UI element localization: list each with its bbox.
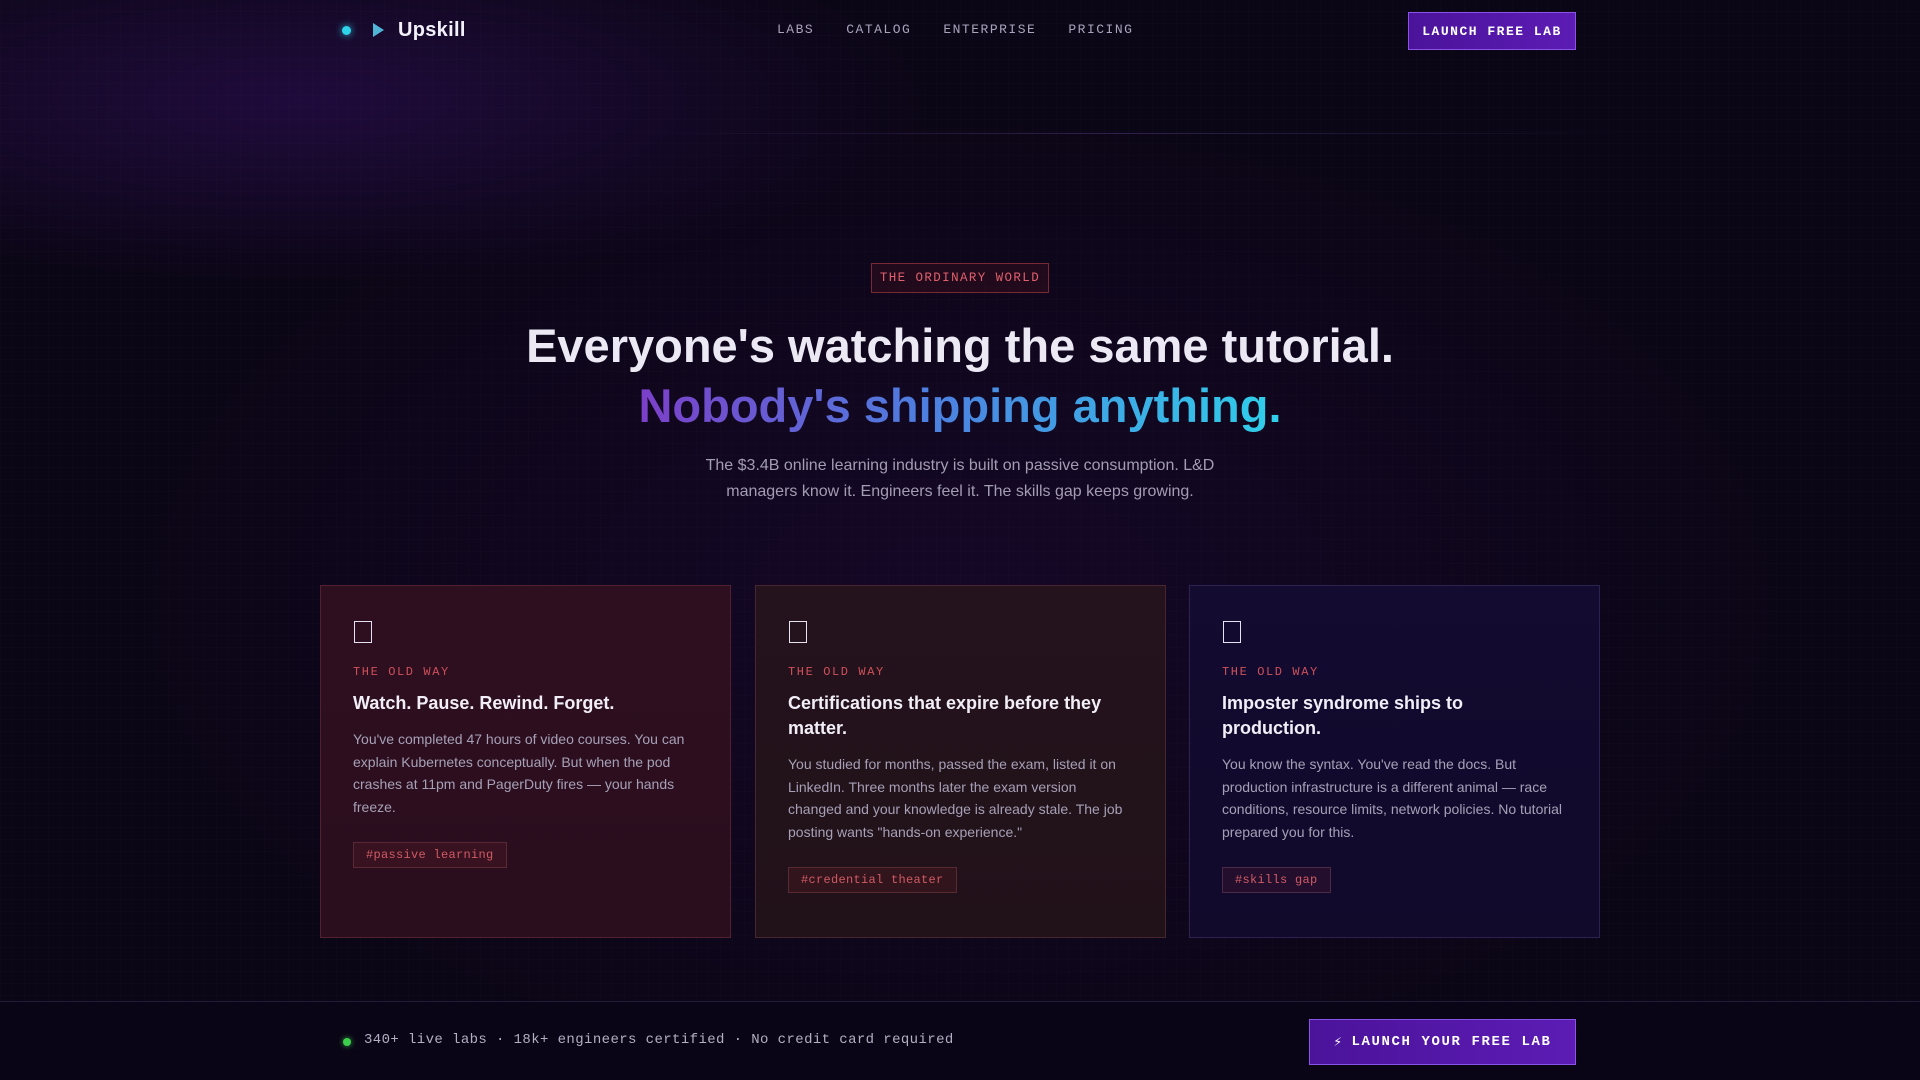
card-kicker: THE OLD WAY xyxy=(1222,665,1319,679)
top-nav: Upskill LABS CATALOG ENTERPRISE PRICING … xyxy=(0,0,1920,60)
nav-link-catalog[interactable]: CATALOG xyxy=(846,22,911,37)
launch-free-lab-button[interactable]: LAUNCH FREE LAB xyxy=(1408,12,1576,50)
lightning-icon: ⚡ xyxy=(1333,1034,1344,1051)
card-title: Watch. Pause. Rewind. Forget. xyxy=(353,693,615,713)
brand-logo[interactable]: Upskill xyxy=(342,17,466,43)
card-kicker: THE OLD WAY xyxy=(353,665,450,679)
card-tag: #passive learning xyxy=(353,842,507,869)
social-proof-stats: 340+ live labs · 18k+ engineers certifie… xyxy=(364,1032,954,1048)
hero-headline-accent-text: Nobody's shipping anything. xyxy=(638,379,1282,432)
pain-card-credential-theater: THE OLD WAY Certifications that expire b… xyxy=(755,585,1166,938)
nav-divider xyxy=(620,133,1620,134)
card-tag: #credential theater xyxy=(788,867,957,894)
brand-name: Upskill xyxy=(398,18,466,41)
hero-headline-accent: Nobody's shipping anything. xyxy=(0,378,1920,434)
hero-subtitle: The $3.4B online learning industry is bu… xyxy=(705,457,1215,500)
nav-link-labs[interactable]: LABS xyxy=(777,22,814,37)
card-body: You know the syntax. You've read the doc… xyxy=(1222,756,1563,840)
pain-card-passive-learning: THE OLD WAY Watch. Pause. Rewind. Forget… xyxy=(320,585,731,938)
placeholder-icon xyxy=(1223,621,1241,643)
placeholder-icon xyxy=(354,621,372,643)
pain-card-skills-gap: THE OLD WAY Imposter syndrome ships to p… xyxy=(1189,585,1600,938)
card-body: You studied for months, passed the exam,… xyxy=(788,756,1123,840)
sticky-cta-bar: 340+ live labs · 18k+ engineers certifie… xyxy=(0,1001,1920,1080)
placeholder-icon xyxy=(789,621,807,643)
play-arrow-icon xyxy=(373,23,384,37)
card-title: Imposter syndrome ships to production. xyxy=(1222,693,1464,738)
section-eyebrow: THE ORDINARY WORLD xyxy=(871,263,1049,293)
card-tag: #skills gap xyxy=(1222,867,1331,894)
live-status-icon xyxy=(343,1038,351,1046)
card-body: You've completed 47 hours of video cours… xyxy=(353,731,685,815)
card-kicker: THE OLD WAY xyxy=(788,665,885,679)
launch-your-free-lab-button[interactable]: ⚡ LAUNCH YOUR FREE LAB xyxy=(1309,1019,1576,1065)
card-title: Certifications that expire before they m… xyxy=(788,693,1102,738)
status-dot-icon xyxy=(342,25,351,35)
hero-headline: Everyone's watching the same tutorial. xyxy=(526,319,1394,372)
nav-link-enterprise[interactable]: ENTERPRISE xyxy=(943,22,1036,37)
nav-links: LABS CATALOG ENTERPRISE PRICING xyxy=(777,22,1133,37)
cta-label: LAUNCH YOUR FREE LAB xyxy=(1351,1034,1552,1050)
nav-link-pricing[interactable]: PRICING xyxy=(1068,22,1133,37)
